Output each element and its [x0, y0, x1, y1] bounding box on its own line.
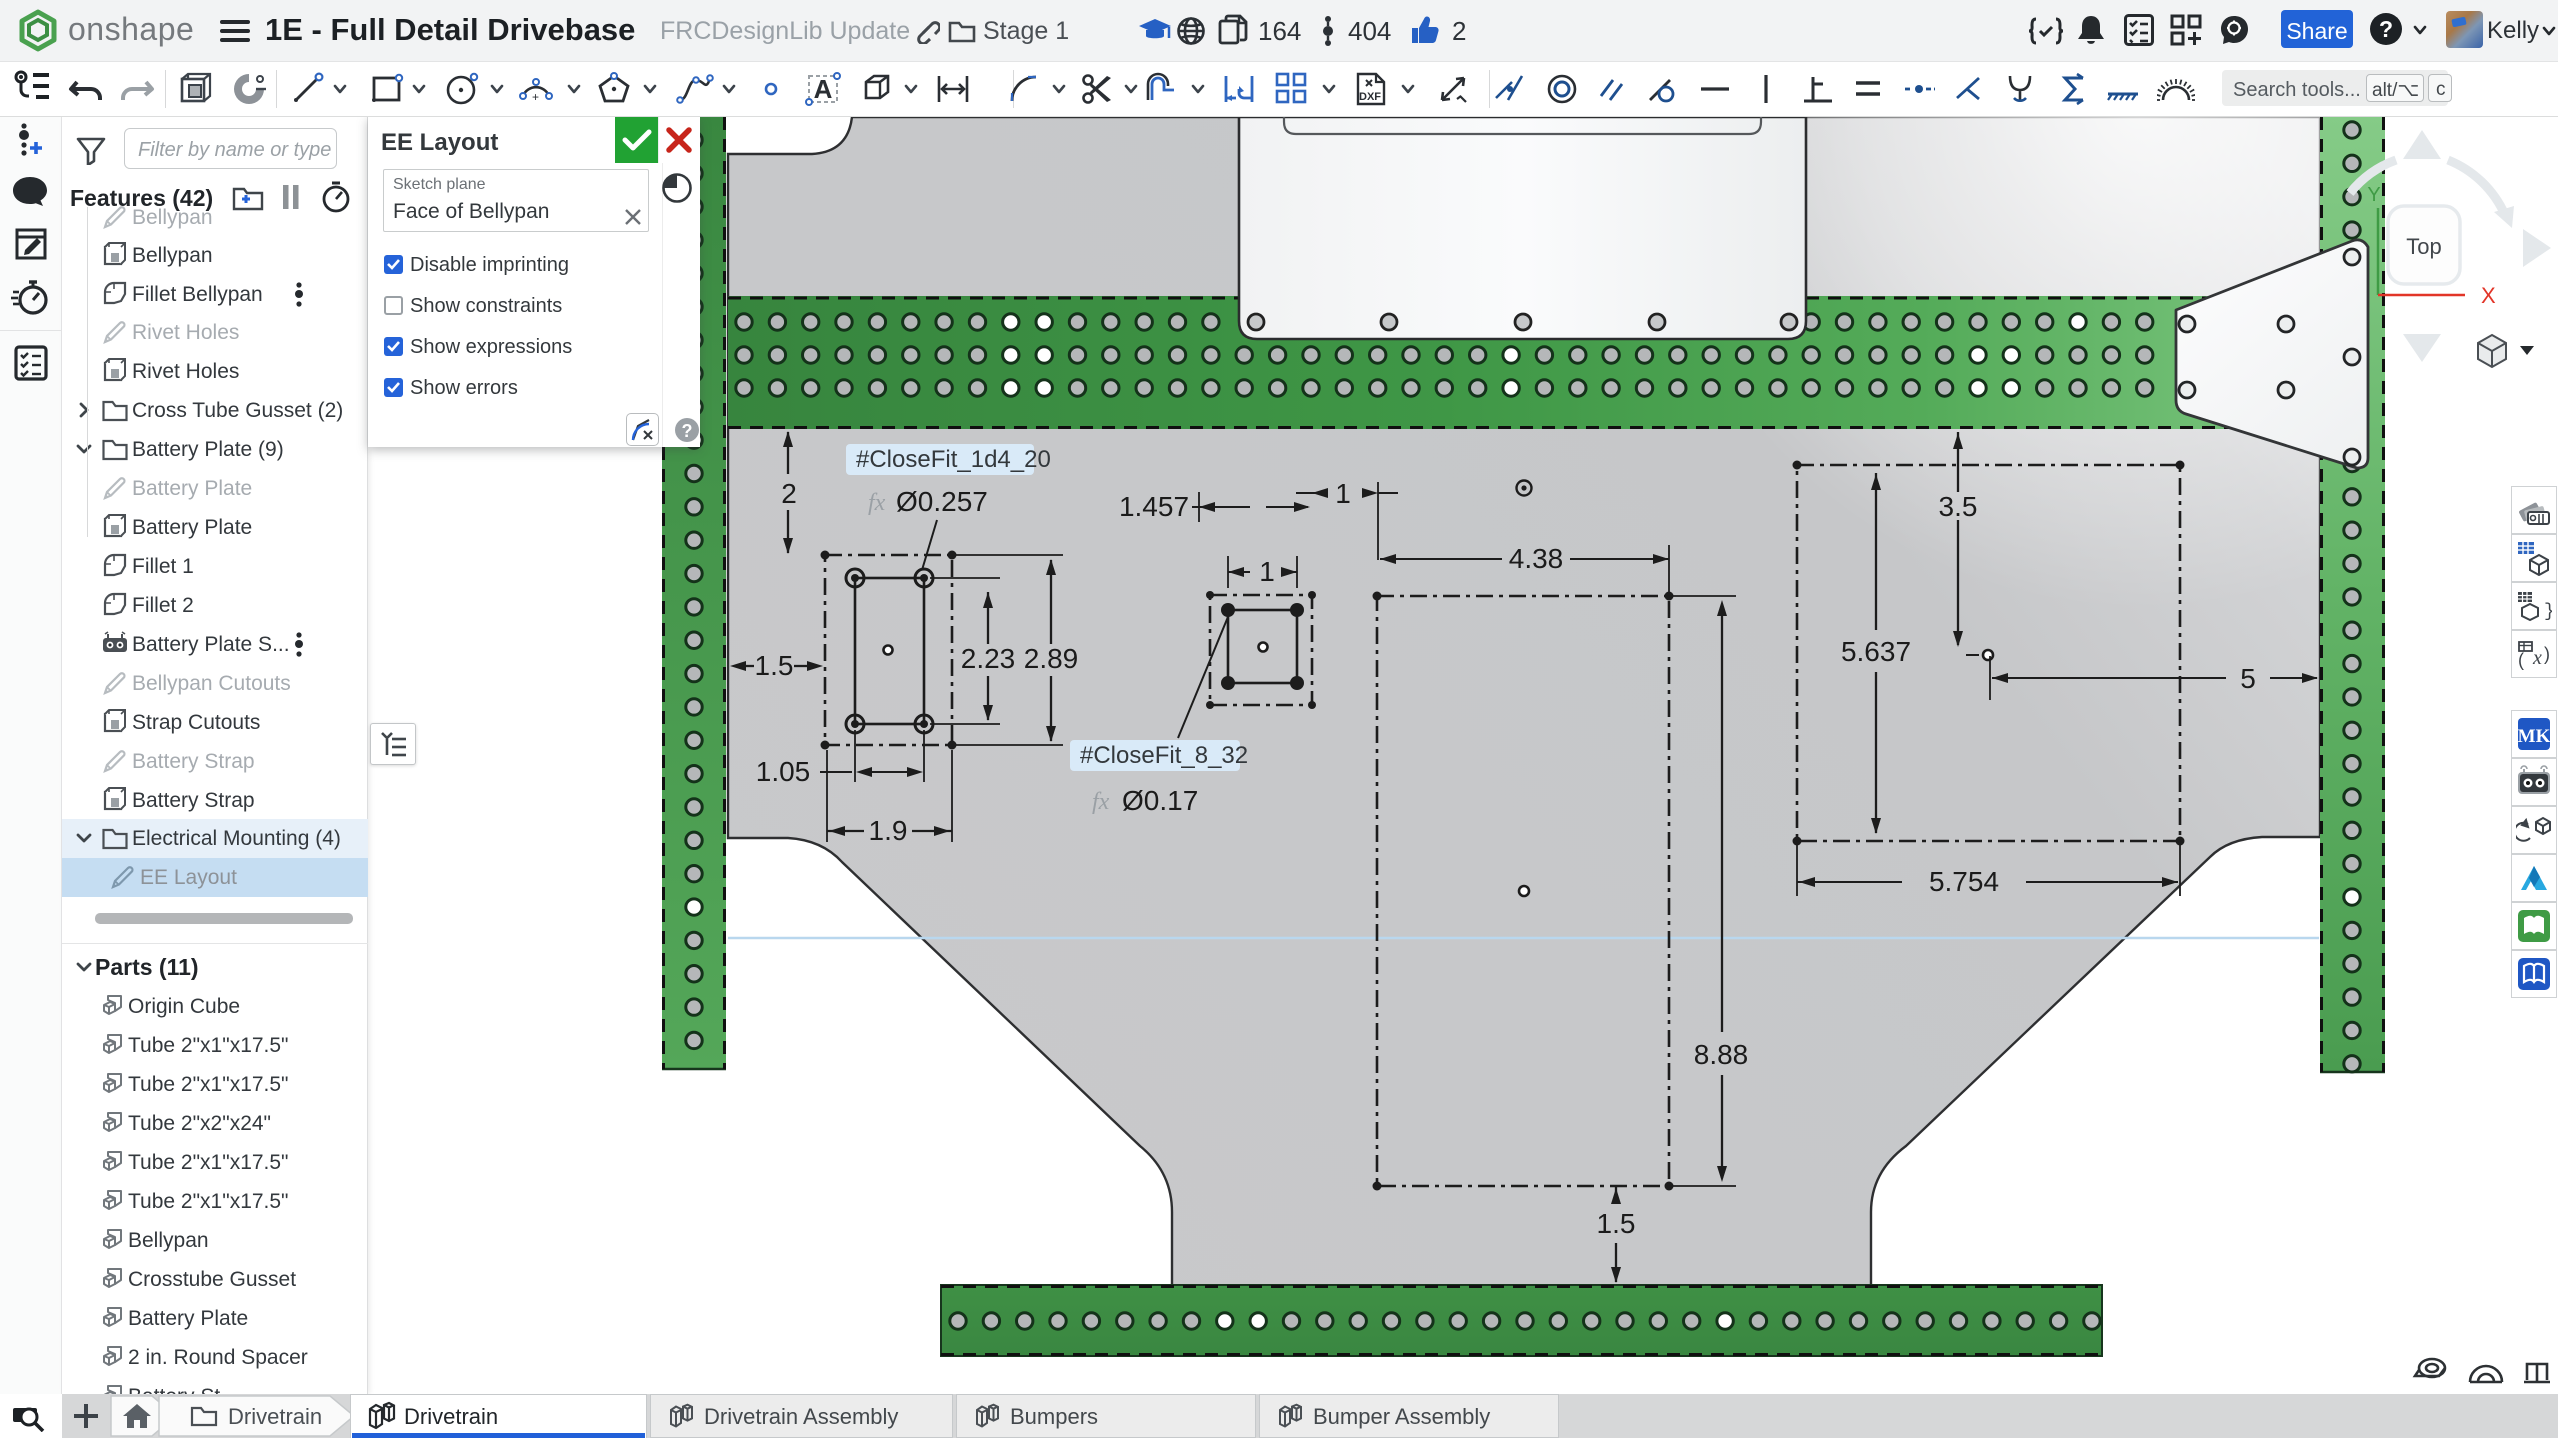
- svg-text:?: ?: [682, 421, 693, 441]
- svg-text:X: X: [2481, 283, 2496, 308]
- svg-text:3.5: 3.5: [1939, 491, 1978, 522]
- svg-text:?: ?: [2379, 16, 2393, 42]
- svg-text:+: +: [532, 90, 539, 104]
- svg-text:5: 5: [2240, 663, 2256, 694]
- svg-text:(: (: [2518, 650, 2524, 670]
- svg-text:fx: fx: [868, 490, 886, 516]
- svg-text:2.89: 2.89: [1024, 643, 1079, 674]
- svg-text:#CloseFit_8_32: #CloseFit_8_32: [1080, 742, 1248, 769]
- svg-text:5.754: 5.754: [1929, 866, 1999, 897]
- svg-text:2: 2: [781, 478, 797, 509]
- svg-text:4.38: 4.38: [1509, 543, 1564, 574]
- svg-text:#CloseFit_1d4_20: #CloseFit_1d4_20: [856, 446, 1051, 473]
- svg-text:1.5: 1.5: [755, 650, 794, 681]
- svg-text:Y: Y: [2367, 184, 2380, 206]
- svg-text:x: x: [2532, 647, 2542, 669]
- svg-text:8.88: 8.88: [1694, 1039, 1749, 1070]
- svg-text:A: A: [814, 74, 833, 104]
- svg-text:1: 1: [1259, 556, 1275, 587]
- svg-text:}: }: [2544, 602, 2552, 622]
- svg-text:): ): [2544, 644, 2550, 664]
- svg-text:1.5: 1.5: [1597, 1208, 1636, 1239]
- svg-text:1.9: 1.9: [869, 815, 908, 846]
- svg-text:1.05: 1.05: [756, 756, 811, 787]
- svg-text:MK: MK: [2518, 726, 2551, 747]
- svg-text:DXF: DXF: [1359, 91, 1381, 103]
- svg-text:fx: fx: [1092, 789, 1110, 815]
- svg-text:Ø0.17: Ø0.17: [1122, 785, 1198, 816]
- svg-text:1.457: 1.457: [1119, 491, 1189, 522]
- svg-text:2.23: 2.23: [961, 643, 1016, 674]
- svg-text:1: 1: [1335, 478, 1351, 509]
- svg-text:Ø0.257: Ø0.257: [896, 486, 988, 517]
- svg-text:Top: Top: [2406, 234, 2441, 259]
- svg-text:5.637: 5.637: [1841, 636, 1911, 667]
